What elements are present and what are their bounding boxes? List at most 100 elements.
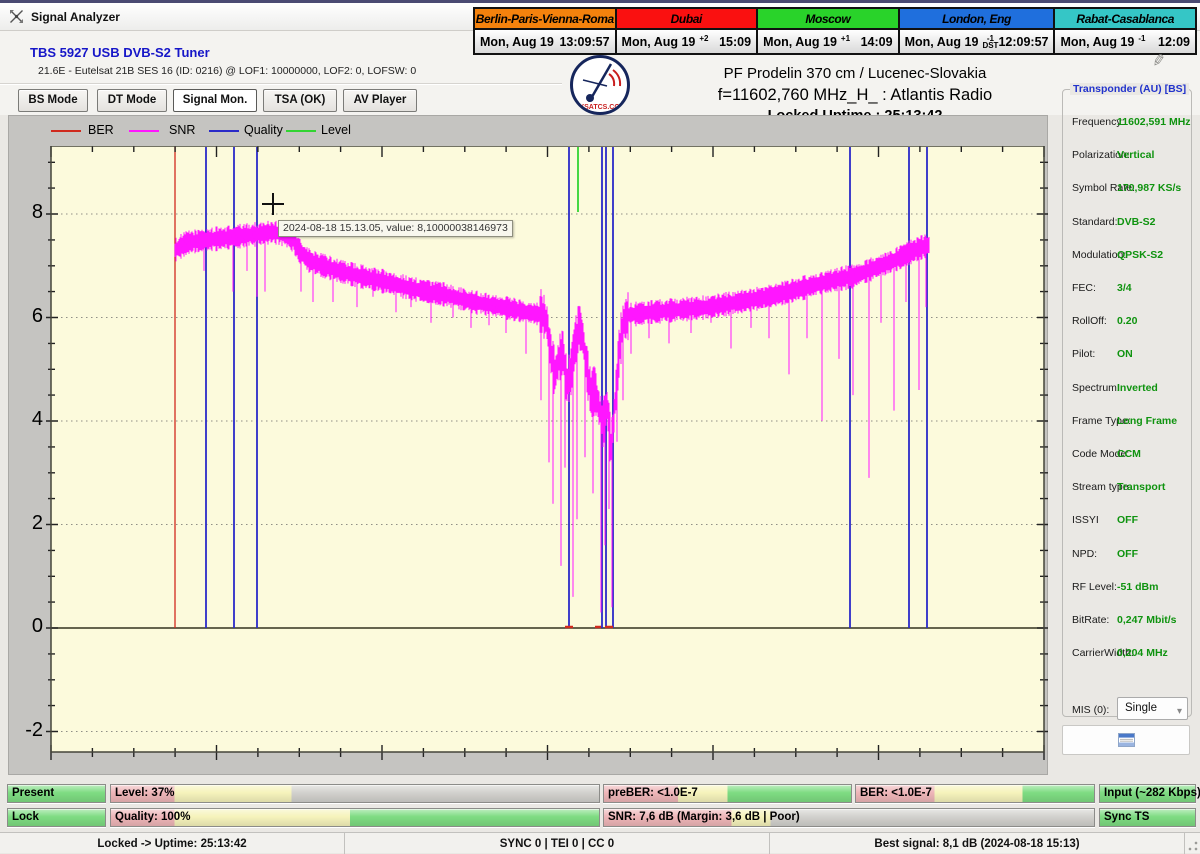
tab-dt-mode[interactable]: DT Mode bbox=[97, 89, 167, 112]
clock-datetime: Mon, Aug 19 13:09:57 bbox=[475, 30, 615, 53]
tab-av-player[interactable]: AV Player bbox=[343, 89, 417, 112]
clock-utc-offset: -1DST bbox=[982, 35, 998, 49]
chevron-down-icon: ▾ bbox=[1177, 701, 1182, 722]
header-zone: TBS 5927 USB DVB-S2 Tuner 21.6E - Eutels… bbox=[0, 31, 1200, 115]
world-clock: Berlin-Paris-Vienna-Roma Mon, Aug 19 13:09… bbox=[473, 7, 1197, 55]
clock-datetime: Mon, Aug 19+2 15:09 bbox=[617, 30, 757, 53]
app-antenna-icon bbox=[9, 9, 24, 24]
gauge-label-input: Input (~282 Kbps) bbox=[1100, 785, 1195, 802]
legend-label-snr: SNR bbox=[169, 123, 195, 137]
gauge-label-present: Present bbox=[8, 785, 105, 802]
clock-time: 12:09 bbox=[1158, 35, 1190, 49]
resize-grip[interactable] bbox=[1187, 840, 1199, 852]
tuner-details: 21.6E - Eutelsat 21B SES 16 (ID: 0216) @… bbox=[38, 65, 416, 77]
log-window-icon bbox=[1118, 733, 1135, 747]
mis-label: MIS (0): bbox=[1072, 704, 1109, 716]
clock-datetime: Mon, Aug 19 -1 12:09 bbox=[1055, 30, 1195, 53]
clock-time: 13:09:57 bbox=[559, 35, 609, 49]
tp-value-1: Vertical bbox=[1117, 149, 1154, 161]
status-best-signal: Best signal: 8,1 dB (2024-08-18 15:13) bbox=[770, 833, 1185, 854]
transponder-title: Transponder (AU) [BS] bbox=[1070, 83, 1189, 95]
tab-signal-mon[interactable]: Signal Mon. bbox=[173, 89, 257, 112]
clock-date: Mon, Aug 19 bbox=[480, 35, 554, 49]
tp-value-3: DVB-S2 bbox=[1117, 216, 1156, 228]
gauge-present: Present bbox=[7, 784, 106, 803]
gauge-level: Level: 37% bbox=[110, 784, 600, 803]
gauge-label-lock: Lock bbox=[8, 809, 105, 826]
tp-value-2: 170,987 KS/s bbox=[1117, 182, 1181, 194]
gauge-preber: preBER: <1.0E-7 bbox=[603, 784, 852, 803]
tp-label-7: Pilot: bbox=[1072, 348, 1095, 360]
tp-label-15: BitRate: bbox=[1072, 614, 1109, 626]
tab-tsa-ok[interactable]: TSA (OK) bbox=[263, 89, 337, 112]
clock-utc-offset: +2 bbox=[699, 35, 708, 49]
chart-tooltip: 2024-08-18 15.13.05, value: 8,1000003814… bbox=[278, 220, 513, 237]
gauge-label-syncts: Sync TS bbox=[1100, 809, 1195, 826]
tuner-name: TBS 5927 USB DVB-S2 Tuner bbox=[30, 45, 210, 60]
signal-chart[interactable] bbox=[39, 146, 1049, 766]
clock-time: 14:09 bbox=[861, 35, 893, 49]
dish-site-label: PF Prodelin 370 cm / Lucenec-Slovakia bbox=[655, 65, 1055, 82]
legend-swatch-snr bbox=[129, 130, 159, 132]
gauge-label-snr: SNR: 7,6 dB (Margin: 3,6 dB | Poor) bbox=[604, 809, 1094, 826]
tp-label-6: RollOff: bbox=[1072, 315, 1107, 327]
signal-analyzer-window: Signal Analyzer TBS 5927 USB DVB-S2 Tune… bbox=[0, 0, 1200, 850]
clock-city: Dubai bbox=[617, 9, 757, 30]
dxsatcs-logo: DXSATCS.COM bbox=[570, 55, 630, 115]
legend-swatch-quality bbox=[209, 130, 239, 132]
status-lock-uptime: Locked -> Uptime: 25:13:42 bbox=[0, 833, 345, 854]
clock-cell-3: London, Eng Mon, Aug 19-1DST12:09:57 bbox=[900, 9, 1056, 53]
gauge-lock: Lock bbox=[7, 808, 106, 827]
tp-label-3: Standard: bbox=[1072, 216, 1118, 228]
tp-label-13: NPD: bbox=[1072, 548, 1097, 560]
legend-swatch-level bbox=[286, 130, 316, 132]
clock-city: Moscow bbox=[758, 9, 898, 30]
clock-city: London, Eng bbox=[900, 9, 1054, 30]
clock-utc-offset: -1 bbox=[1138, 35, 1145, 49]
tab-bs-mode[interactable]: BS Mode bbox=[18, 89, 88, 112]
clock-cell-1: DubaiMon, Aug 19+2 15:09 bbox=[617, 9, 759, 53]
clock-date: Mon, Aug 19 bbox=[905, 35, 979, 49]
logo-text: DXSATCS.COM bbox=[574, 104, 625, 111]
legend-label-level: Level bbox=[321, 123, 351, 137]
tp-value-6: 0.20 bbox=[1117, 315, 1137, 327]
tp-value-16: 0,204 MHz bbox=[1117, 647, 1168, 659]
mis-selected-value: Single bbox=[1125, 702, 1157, 714]
window-title: Signal Analyzer bbox=[31, 10, 120, 24]
status-sync-counters: SYNC 0 | TEI 0 | CC 0 bbox=[345, 833, 770, 854]
tp-value-10: CCM bbox=[1117, 448, 1141, 460]
legend-label-quality: Quality bbox=[244, 123, 283, 137]
frequency-label: f=11602,760 MHz_H_ : Atlantis Radio bbox=[655, 86, 1055, 105]
clock-utc-offset: +1 bbox=[841, 35, 850, 49]
signal-chart-panel: BERSNRQualityLevel 86420-2 2024-08-18 15… bbox=[8, 115, 1048, 775]
gauge-input: Input (~282 Kbps) bbox=[1099, 784, 1196, 803]
legend-swatch-ber bbox=[51, 130, 81, 132]
tp-label-8: Spectrum: bbox=[1072, 382, 1120, 394]
clock-cell-4: Rabat-Casablanca Mon, Aug 19 -1 12:09 bbox=[1055, 9, 1195, 53]
clock-cell-0: Berlin-Paris-Vienna-Roma Mon, Aug 19 13:09… bbox=[475, 9, 617, 53]
gauge-label-ber: BER: <1.0E-7 bbox=[856, 785, 1094, 802]
tp-value-0: 11602,591 MHz bbox=[1117, 116, 1191, 128]
tp-value-9: Long Frame bbox=[1117, 415, 1177, 427]
tp-value-15: 0,247 Mbit/s bbox=[1117, 614, 1177, 626]
gauge-label-quality: Quality: 100% bbox=[111, 809, 599, 826]
tp-value-8: Inverted bbox=[1117, 382, 1158, 394]
log-window-button[interactable] bbox=[1062, 725, 1190, 755]
tp-value-11: Transport bbox=[1117, 481, 1165, 493]
gauge-ber: BER: <1.0E-7 bbox=[855, 784, 1095, 803]
clock-date: Mon, Aug 19 bbox=[1060, 35, 1134, 49]
mis-select[interactable]: Single ▾ bbox=[1117, 697, 1188, 720]
gauge-syncts: Sync TS bbox=[1099, 808, 1196, 827]
gauge-snr: SNR: 7,6 dB (Margin: 3,6 dB | Poor) bbox=[603, 808, 1095, 827]
tp-label-14: RF Level: bbox=[1072, 581, 1117, 593]
tp-value-5: 3/4 bbox=[1117, 282, 1132, 294]
clock-cell-2: Moscow Mon, Aug 19 +1 14:09 bbox=[758, 9, 900, 53]
tp-label-5: FEC: bbox=[1072, 282, 1096, 294]
clock-city: Rabat-Casablanca bbox=[1055, 9, 1195, 30]
legend-label-ber: BER bbox=[88, 123, 114, 137]
clock-date: Mon, Aug 19 bbox=[622, 35, 696, 49]
clock-date: Mon, Aug 19 bbox=[763, 35, 837, 49]
clock-time: 12:09:57 bbox=[998, 35, 1048, 49]
clock-city: Berlin-Paris-Vienna-Roma bbox=[475, 9, 615, 30]
clock-datetime: Mon, Aug 19 +1 14:09 bbox=[758, 30, 898, 53]
